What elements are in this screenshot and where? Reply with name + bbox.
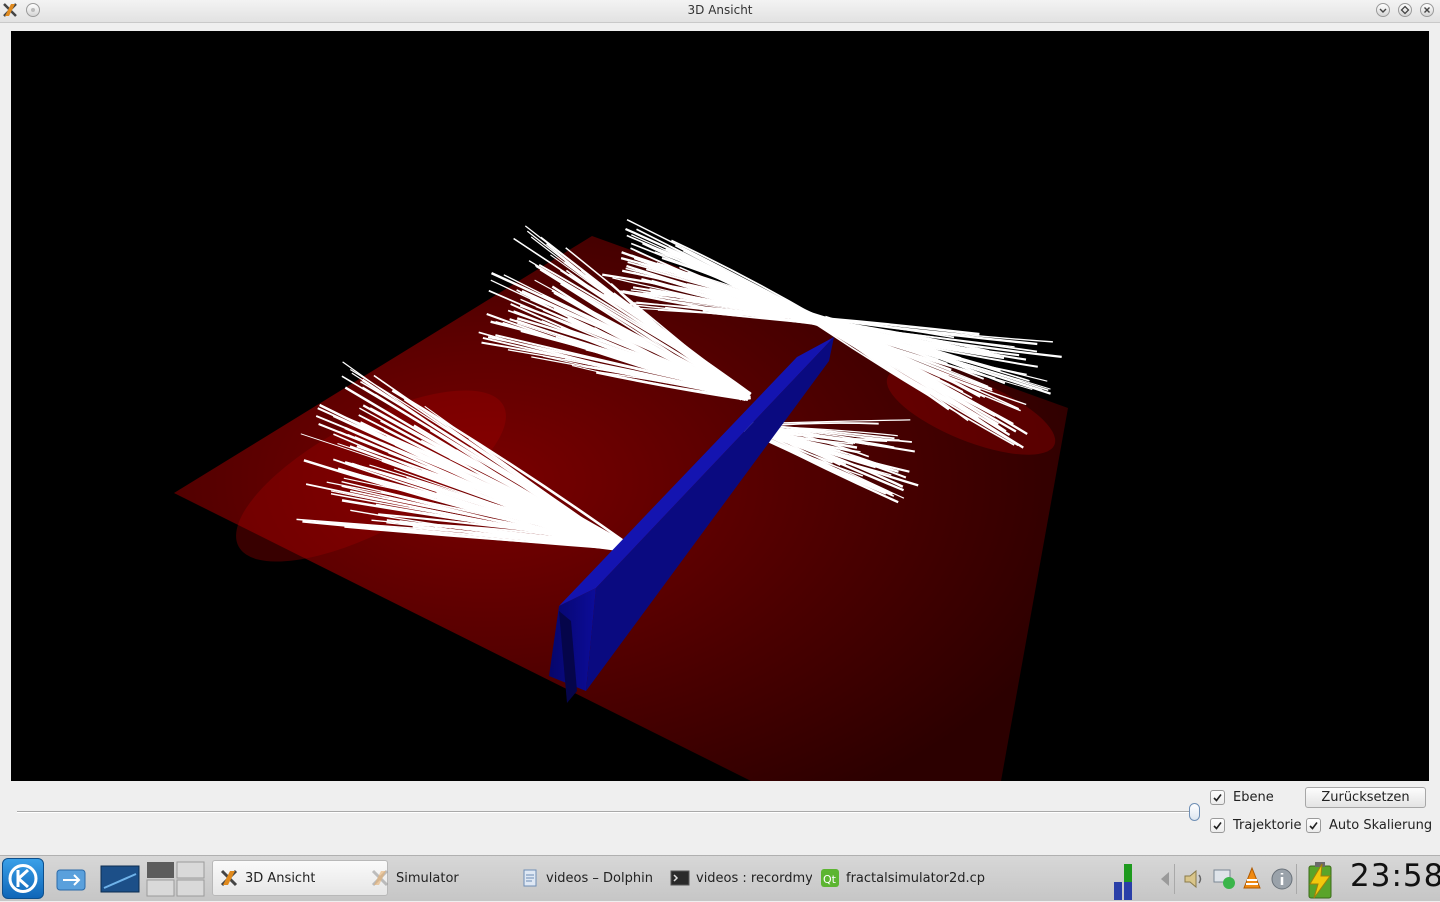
info-icon[interactable]	[1270, 867, 1294, 891]
vlc-icon[interactable]	[1240, 866, 1264, 892]
battery-icon[interactable]	[1302, 860, 1336, 900]
task-dolphin[interactable]: videos – Dolphin	[514, 860, 662, 896]
ebene-label: Ebene	[1233, 789, 1274, 805]
window-titlebar[interactable]: 3D Ansicht	[0, 0, 1440, 23]
clock: 23:58	[1350, 858, 1440, 894]
dolphin-icon	[523, 869, 537, 887]
task-simulator[interactable]: Simulator	[364, 860, 510, 896]
check-icon[interactable]	[1210, 789, 1225, 805]
3d-scene[interactable]	[11, 31, 1429, 781]
close-icon[interactable]	[1420, 3, 1434, 17]
separator	[1296, 864, 1297, 894]
time-slider-track[interactable]	[17, 811, 1190, 813]
device-notifier-icon[interactable]	[54, 862, 88, 896]
tray-expand-icon[interactable]	[1158, 870, 1172, 888]
qt-creator-icon: Qt	[821, 869, 839, 887]
svg-text:Qt: Qt	[823, 873, 837, 886]
trajektorie-label: Trajektorie	[1233, 817, 1302, 833]
show-desktop-icon[interactable]	[100, 864, 140, 894]
network-icon[interactable]	[1212, 867, 1238, 891]
auto-skalierung-label: Auto Skalierung	[1329, 817, 1433, 833]
task-3d-ansicht[interactable]: 3D Ansicht	[212, 860, 388, 896]
maximize-icon[interactable]	[1398, 3, 1412, 17]
kde-logo-icon	[8, 864, 38, 893]
reset-button[interactable]: Zurücksetzen	[1305, 787, 1426, 808]
x-app-icon	[371, 869, 389, 887]
system-monitor-icon[interactable]	[1112, 862, 1142, 900]
separator	[1174, 864, 1175, 894]
check-icon[interactable]	[1306, 817, 1321, 833]
time-slider-handle[interactable]	[1189, 803, 1200, 821]
check-icon[interactable]	[1210, 817, 1225, 833]
auto-skalierung-checkbox[interactable]: Auto Skalierung	[1306, 816, 1432, 834]
kde-menu-button[interactable]	[2, 858, 44, 899]
ebene-checkbox[interactable]: Ebene	[1210, 788, 1274, 806]
volume-icon[interactable]	[1182, 867, 1206, 891]
task-terminal[interactable]: videos : recordmyde	[664, 860, 812, 896]
trajektorie-checkbox[interactable]: Trajektorie	[1210, 816, 1302, 834]
terminal-icon	[670, 870, 690, 886]
x-app-icon	[220, 869, 238, 887]
3d-viewport[interactable]	[11, 31, 1429, 781]
minimize-icon[interactable]	[1376, 3, 1390, 17]
taskbar: 3D Ansicht Simulator videos – Dolphin vi…	[0, 855, 1440, 901]
task-qt-creator[interactable]: Qt fractalsimulator2d.cp	[814, 860, 990, 896]
pager-icon[interactable]	[146, 861, 206, 897]
window-title: 3D Ansicht	[687, 3, 753, 17]
